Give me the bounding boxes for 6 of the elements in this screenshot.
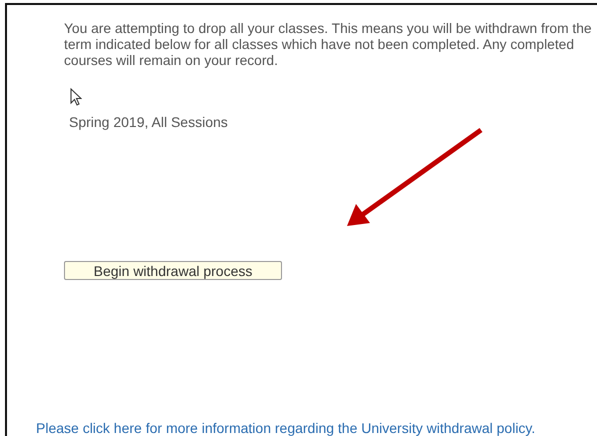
arrow-icon [344,127,484,229]
cursor-icon [70,88,82,106]
term-label: Spring 2019, All Sessions [69,114,228,130]
begin-withdrawal-button[interactable]: Begin withdrawal process [64,261,282,280]
notice-text: You are attempting to drop all your classes. This means you will be withdrawn from the term indicated below for all classes which have not been completed. Any completed courses will remain on your record. [64,21,593,69]
policy-link[interactable]: Please click here for more information regarding the University withdrawal policy. [36,420,536,436]
